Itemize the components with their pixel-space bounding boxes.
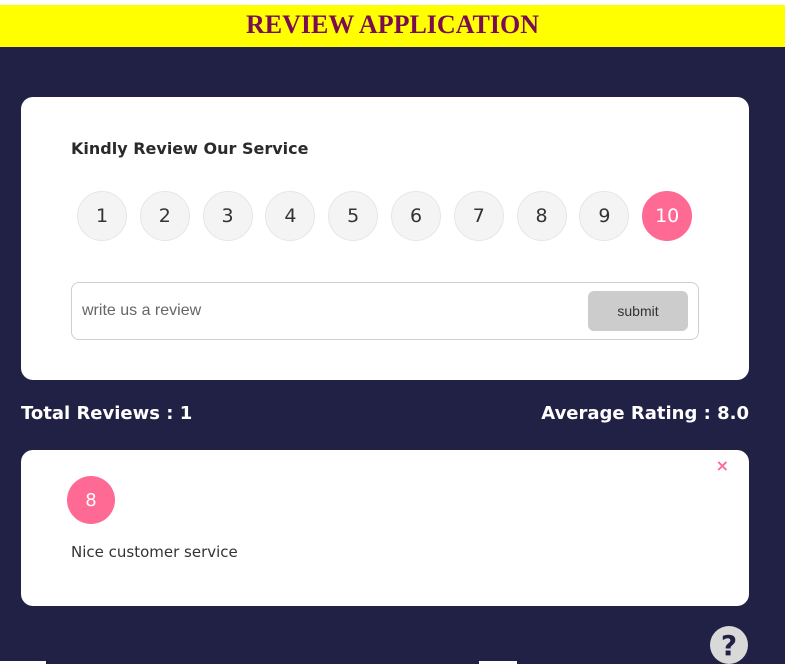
rating-option-5[interactable]: 5 [328, 191, 379, 241]
app-header: REVIEW APPLICATION [0, 5, 785, 47]
review-item: 8 × Nice customer service [21, 450, 749, 606]
help-icon[interactable]: ? [710, 626, 748, 664]
review-text: Nice customer service [71, 543, 238, 561]
review-form-card: Kindly Review Our Service 1 2 3 4 5 6 7 … [21, 97, 749, 380]
rating-option-6[interactable]: 6 [390, 191, 441, 241]
average-rating: Average Rating : 8.0 [541, 403, 749, 424]
rating-option-7[interactable]: 7 [453, 191, 504, 241]
submit-button[interactable]: submit [588, 291, 688, 331]
review-form-title: Kindly Review Our Service [71, 139, 309, 158]
rating-option-3[interactable]: 3 [202, 191, 253, 241]
app-title: REVIEW APPLICATION [245, 9, 540, 39]
review-input[interactable] [82, 295, 582, 327]
rating-option-10[interactable]: 10 [642, 191, 693, 241]
rating-option-9[interactable]: 9 [579, 191, 630, 241]
total-reviews: Total Reviews : 1 [21, 403, 193, 424]
rating-option-8[interactable]: 8 [516, 191, 567, 241]
rating-selector: 1 2 3 4 5 6 7 8 9 10 [77, 191, 705, 241]
rating-option-4[interactable]: 4 [265, 191, 316, 241]
review-input-group: submit [71, 282, 699, 340]
close-icon[interactable]: × [716, 456, 729, 475]
rating-option-2[interactable]: 2 [139, 191, 190, 241]
rating-option-1[interactable]: 1 [77, 191, 127, 241]
review-rating-badge: 8 [67, 476, 115, 524]
